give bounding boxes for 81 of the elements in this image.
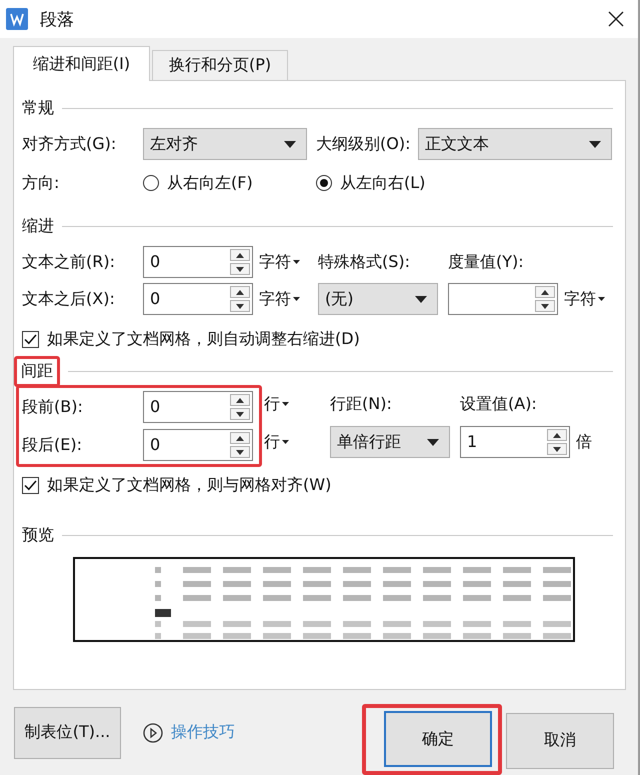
field-label: 文本之前(R): xyxy=(22,252,116,272)
dropdown[interactable]: 单倍行距 xyxy=(330,426,450,458)
unit-dropdown[interactable]: 字符 xyxy=(564,288,605,310)
number-field[interactable] xyxy=(448,283,558,315)
field-label: 设置值(A): xyxy=(460,394,538,414)
field-label: 段后(E): xyxy=(22,434,83,456)
radio-button[interactable] xyxy=(316,175,332,191)
checkbox[interactable] xyxy=(22,330,39,348)
caret-icon xyxy=(427,438,439,446)
spin-up-button[interactable] xyxy=(547,429,567,441)
field-label: 文本之后(X): xyxy=(22,288,116,310)
down-arrow-icon xyxy=(541,304,549,308)
spin-up-button[interactable] xyxy=(230,286,250,298)
unit-dropdown[interactable]: 字符 xyxy=(259,288,300,310)
down-arrow-icon xyxy=(236,412,244,416)
section-heading: 缩进 xyxy=(22,216,54,236)
number-field[interactable]: 0 xyxy=(143,246,253,278)
up-arrow-icon xyxy=(236,398,244,402)
field-label: 方向: xyxy=(22,172,60,194)
section-heading: 预览 xyxy=(22,524,54,546)
spin-up-button[interactable] xyxy=(230,394,250,406)
checkbox-label[interactable]: 如果定义了文档网格，则与网格对齐(W) xyxy=(47,474,332,496)
spin-up-button[interactable] xyxy=(230,249,250,261)
up-arrow-icon xyxy=(236,252,244,258)
spin-down-button[interactable] xyxy=(535,300,555,312)
radio-label[interactable]: 从左向右(L) xyxy=(340,172,426,194)
caret-icon xyxy=(282,440,289,444)
field-label: 大纲级别(O): xyxy=(316,134,412,154)
up-arrow-icon xyxy=(553,432,561,438)
field-label: 特殊格式(S): xyxy=(318,252,412,272)
field-label: 对齐方式(G): xyxy=(22,134,118,154)
spin-down-button[interactable] xyxy=(547,443,567,455)
down-arrow-icon xyxy=(236,266,244,272)
spin-down-button[interactable] xyxy=(230,300,250,312)
up-arrow-icon xyxy=(236,290,244,294)
down-arrow-icon xyxy=(553,446,561,452)
down-arrow-icon xyxy=(236,450,244,454)
unit-dropdown[interactable]: 字符 xyxy=(259,252,300,272)
caret-icon xyxy=(293,297,300,301)
spin-up-button[interactable] xyxy=(535,286,555,298)
tab-stops-button[interactable]: 制表位(T)... xyxy=(14,706,121,758)
caret-icon xyxy=(282,402,289,406)
app-icon xyxy=(6,8,28,30)
play-icon[interactable] xyxy=(143,722,163,742)
number-field[interactable]: 1 xyxy=(460,426,570,458)
down-arrow-icon xyxy=(236,304,244,308)
spin-up-button[interactable] xyxy=(230,432,250,444)
section-heading: 间距 xyxy=(21,360,53,382)
number-field[interactable]: 0 xyxy=(143,283,253,315)
radio-label[interactable]: 从右向左(F) xyxy=(167,172,253,194)
tab[interactable]: 换行和分页(P) xyxy=(152,50,288,80)
unit-dropdown[interactable]: 行 xyxy=(264,426,330,458)
up-arrow-icon xyxy=(541,290,549,294)
dropdown[interactable]: (无) xyxy=(318,283,438,315)
number-field[interactable]: 0 xyxy=(143,391,253,423)
radio-button[interactable] xyxy=(143,175,159,191)
number-field[interactable]: 0 xyxy=(143,429,253,461)
dropdown[interactable]: 左对齐 xyxy=(143,128,307,160)
section-heading: 常规 xyxy=(22,98,54,118)
caret-icon xyxy=(284,140,296,148)
caret-icon xyxy=(598,297,605,301)
spin-down-button[interactable] xyxy=(230,446,250,458)
close-icon[interactable] xyxy=(608,11,624,27)
spin-down-button[interactable] xyxy=(230,263,250,275)
field-label: 行距(N): xyxy=(330,394,393,414)
ok-button[interactable]: 确定 xyxy=(384,711,492,767)
spin-down-button[interactable] xyxy=(230,408,250,420)
field-label: 段前(B): xyxy=(22,396,84,418)
caret-icon xyxy=(589,140,601,148)
checkbox[interactable] xyxy=(22,476,39,494)
caret-icon xyxy=(415,296,427,302)
unit-dropdown[interactable]: 行 xyxy=(264,388,330,420)
unit-label: 倍 xyxy=(576,432,592,452)
cancel-button[interactable]: 取消 xyxy=(506,712,614,768)
window-title: 段落 xyxy=(40,8,75,30)
caret-icon xyxy=(293,260,300,264)
up-arrow-icon xyxy=(236,436,244,440)
field-label: 度量值(Y): xyxy=(448,252,525,272)
tab[interactable]: 缩进和间距(I) xyxy=(13,46,150,81)
dropdown[interactable]: 正文文本 xyxy=(418,128,612,160)
checkbox-label[interactable]: 如果定义了文档网格，则自动调整右缩进(D) xyxy=(47,328,360,350)
